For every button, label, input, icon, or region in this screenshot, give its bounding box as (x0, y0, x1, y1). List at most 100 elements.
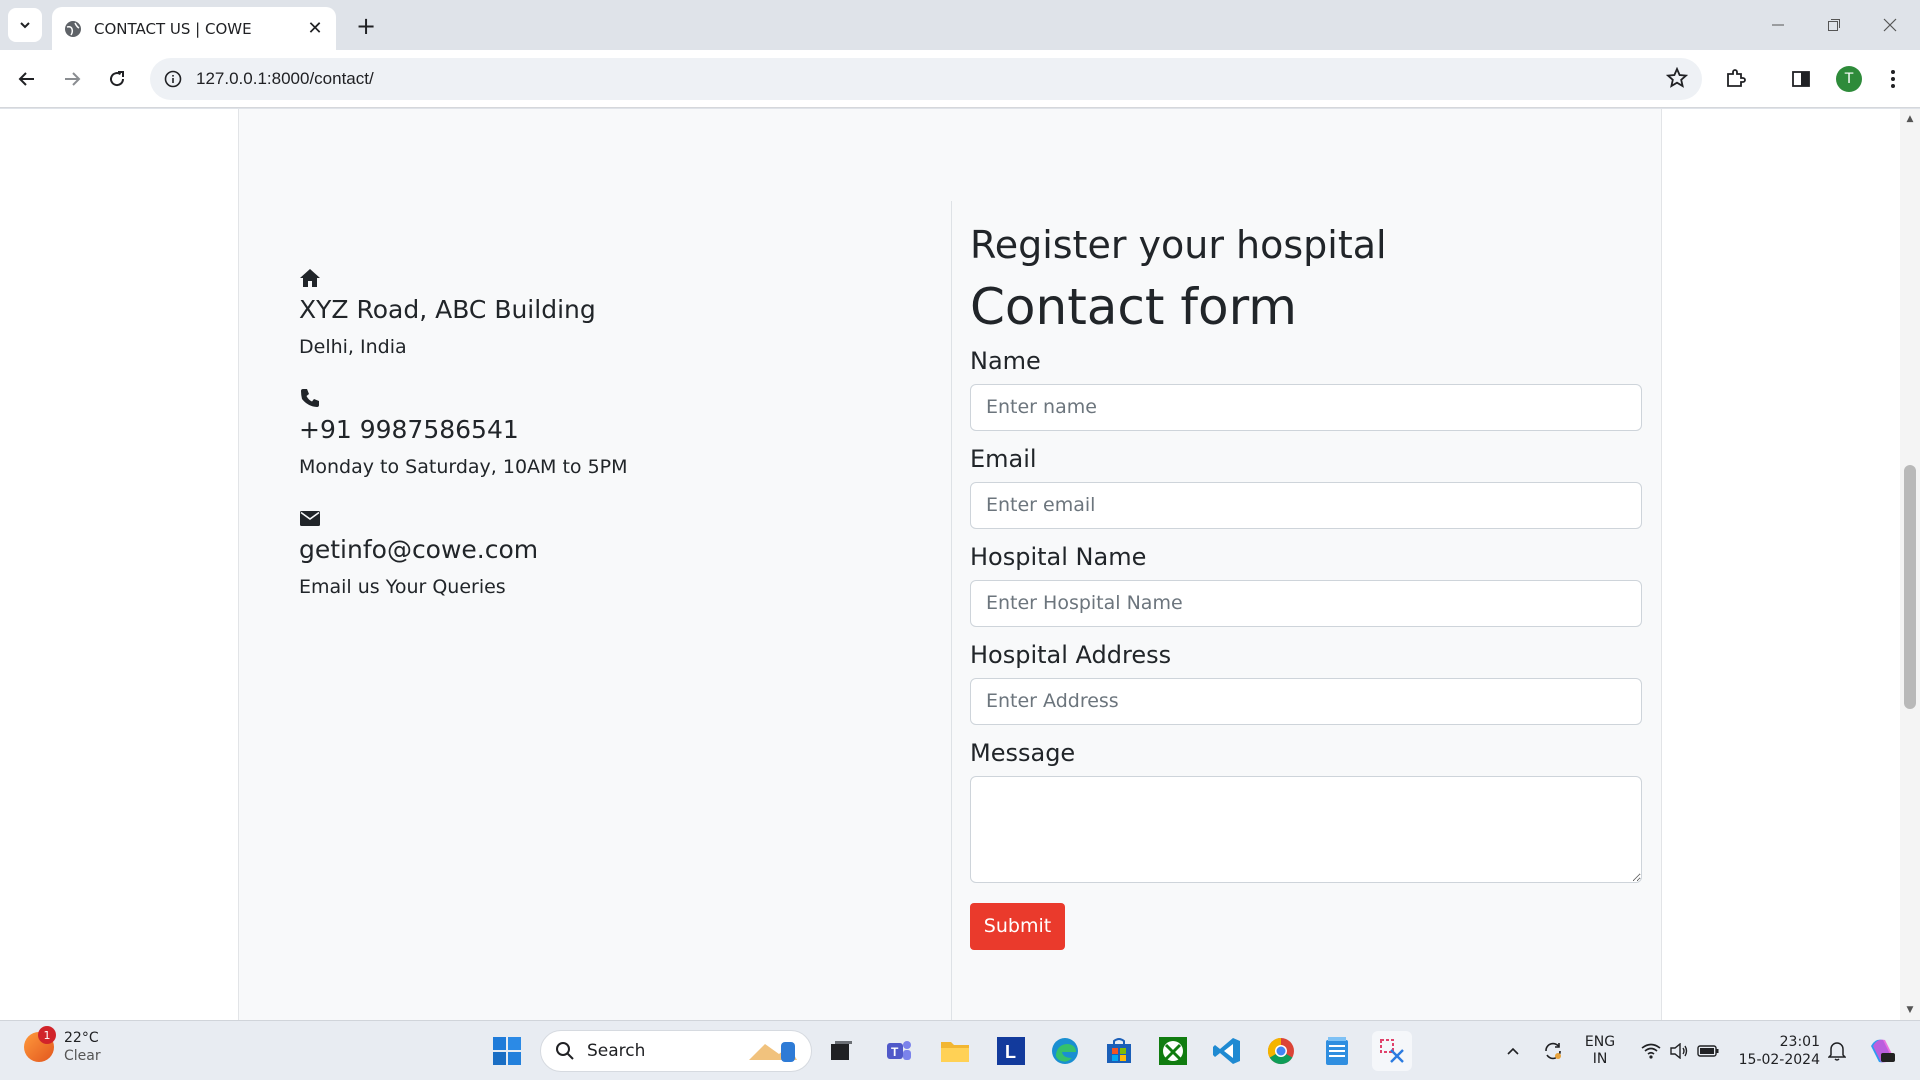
name-label: Name (970, 346, 1041, 375)
extensions-button[interactable] (1718, 62, 1752, 96)
window-close-icon[interactable] (1862, 0, 1918, 50)
side-panel-icon (1792, 71, 1810, 87)
new-tab-button[interactable]: + (352, 12, 380, 40)
restore-icon[interactable] (1806, 0, 1862, 50)
address-heading: XYZ Road, ABC Building (299, 295, 596, 324)
weather-badge: 1 (38, 1026, 56, 1045)
reload-button[interactable] (100, 62, 134, 96)
hospital-address-input[interactable]: Enter Address (970, 677, 1642, 725)
windows-logo-icon (493, 1037, 521, 1065)
tab-strip: CONTACT US | COWE ✕ + (0, 0, 1920, 50)
file-explorer-app[interactable] (935, 1031, 975, 1071)
hospital-address-label: Hospital Address (970, 640, 1172, 669)
store-icon (1107, 1038, 1131, 1063)
menu-button[interactable] (1876, 62, 1910, 96)
snipping-tool-app[interactable] (1372, 1031, 1412, 1071)
reload-icon (110, 71, 125, 87)
scroll-down-icon[interactable]: ▼ (1900, 1002, 1920, 1018)
start-button[interactable] (487, 1031, 527, 1071)
edge-icon (1052, 1038, 1078, 1064)
avatar: T (1836, 66, 1862, 92)
svg-text:T: T (891, 1045, 899, 1059)
notifications-button[interactable] (1822, 1021, 1852, 1080)
kebab-menu-icon (1891, 70, 1895, 88)
taskbar: 1 22°C Clear Search T L ENG IN 23:01 15-… (0, 1020, 1920, 1080)
browser-toolbar: 127.0.0.1:8000/contact/ T (0, 50, 1920, 108)
tab-search-button[interactable] (8, 8, 42, 42)
tab-title: CONTACT US | COWE (94, 19, 252, 38)
edge-app[interactable] (1045, 1031, 1085, 1071)
globe-icon (65, 20, 81, 37)
copilot-button[interactable] (1862, 1021, 1902, 1080)
name-input[interactable]: Enter name (970, 383, 1642, 431)
show-hidden-icons[interactable] (1500, 1021, 1526, 1080)
xbox-app[interactable] (1153, 1031, 1193, 1071)
task-view-button[interactable] (821, 1031, 861, 1071)
email-address[interactable]: getinfo@cowe.com (299, 535, 538, 564)
phone-icon (301, 389, 319, 407)
weather-widget[interactable]: 1 22°C Clear (24, 1026, 101, 1065)
clock-time: 23:01 (1779, 1033, 1820, 1050)
back-button[interactable] (10, 62, 44, 96)
sync-tray-button[interactable] (1538, 1021, 1568, 1080)
home-icon (300, 269, 320, 287)
bookmark-star-icon[interactable] (1666, 67, 1688, 89)
quick-settings-button[interactable] (1632, 1021, 1728, 1080)
arrow-right-icon (65, 72, 81, 86)
address-bar[interactable]: 127.0.0.1:8000/contact/ (150, 58, 1702, 100)
scrollbar-thumb[interactable] (1904, 465, 1916, 709)
weather-desc: Clear (64, 1048, 101, 1065)
email-input[interactable]: Enter email (970, 481, 1642, 529)
column-divider (951, 201, 952, 1020)
message-textarea[interactable] (970, 775, 1642, 883)
lang-top: ENG (1584, 1034, 1616, 1051)
active-tab[interactable]: CONTACT US | COWE ✕ (52, 7, 336, 50)
site-info-icon[interactable] (164, 70, 182, 88)
address-block: XYZ Road, ABC Building Delhi, India (299, 267, 596, 358)
phone-hours: Monday to Saturday, 10AM to 5PM (299, 456, 628, 478)
hospital-name-input[interactable]: Enter Hospital Name (970, 579, 1642, 627)
email-label: Email (970, 444, 1037, 473)
weather-temp: 22°C (64, 1030, 99, 1046)
taskbar-search[interactable]: Search (540, 1030, 812, 1072)
minimize-icon[interactable] (1750, 0, 1806, 50)
contact-section: XYZ Road, ABC Building Delhi, India +91 … (238, 109, 1662, 1020)
snipping-tool-icon (1380, 1039, 1404, 1063)
wifi-icon (1641, 1043, 1661, 1059)
sync-icon (1545, 1042, 1561, 1060)
scroll-up-icon[interactable]: ▲ (1900, 111, 1920, 127)
notepad-icon (1326, 1037, 1348, 1065)
vscode-icon (1213, 1038, 1240, 1064)
profile-button[interactable]: T (1832, 62, 1866, 96)
lang-bottom: IN (1592, 1051, 1608, 1067)
clock[interactable]: 23:01 15-02-2024 (1736, 1021, 1820, 1080)
teams-app[interactable]: T (879, 1031, 919, 1071)
close-tab-icon[interactable]: ✕ (304, 18, 326, 40)
notepad-app[interactable] (1317, 1031, 1357, 1071)
search-highlight-icon (749, 1042, 797, 1062)
l-app[interactable]: L (991, 1031, 1031, 1071)
l-app-icon: L (997, 1037, 1025, 1065)
chrome-app[interactable] (1261, 1031, 1301, 1071)
weather-sun-icon: 1 (24, 1026, 56, 1063)
language-indicator[interactable]: ENG IN (1578, 1021, 1622, 1080)
envelope-icon (300, 511, 320, 526)
vscode-app[interactable] (1207, 1031, 1247, 1071)
side-panel-button[interactable] (1784, 62, 1818, 96)
contact-form: Register your hospital Contact form Name… (970, 223, 1642, 950)
message-label: Message (970, 738, 1076, 767)
svg-text:L: L (1005, 1042, 1016, 1062)
search-label: Search (587, 1041, 646, 1061)
page-scrollbar[interactable]: ▲ ▼ (1900, 109, 1920, 1020)
submit-button[interactable]: Submit (970, 902, 1065, 950)
store-app[interactable] (1099, 1031, 1139, 1071)
search-icon (556, 1042, 574, 1060)
bell-icon (1828, 1042, 1846, 1061)
teams-icon: T (887, 1041, 911, 1060)
forward-button[interactable] (55, 62, 89, 96)
puzzle-icon (1727, 69, 1746, 87)
phone-block: +91 9987586541 Monday to Saturday, 10AM … (299, 387, 628, 478)
folder-icon (941, 1042, 969, 1062)
copilot-icon (1871, 1039, 1895, 1063)
page-viewport: XYZ Road, ABC Building Delhi, India +91 … (0, 109, 1920, 1020)
